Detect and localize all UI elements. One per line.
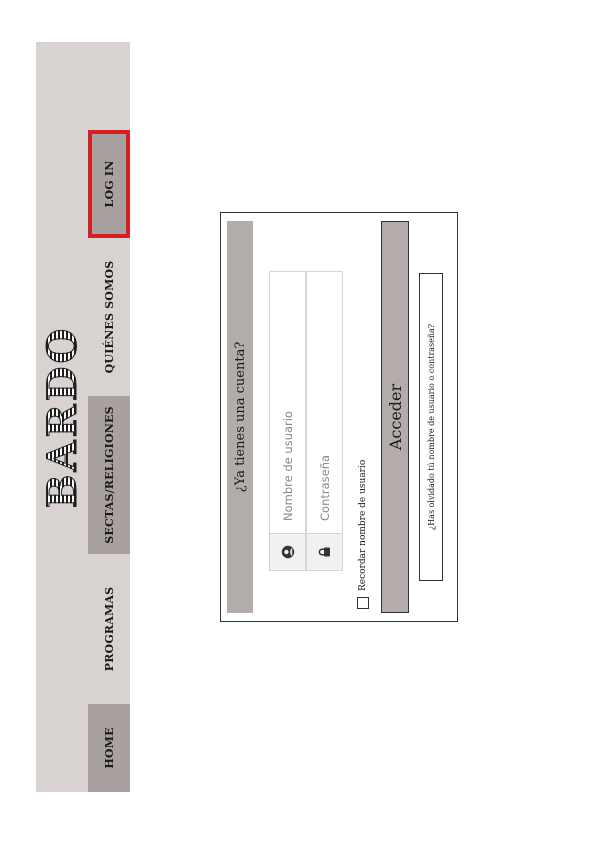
remember-checkbox[interactable] xyxy=(357,597,369,609)
username-field[interactable]: Nombre de usuario xyxy=(269,271,306,571)
nav-item-home[interactable]: HOME xyxy=(88,704,130,792)
nav-item-quienes-somos[interactable]: QUIÉNES SOMOS xyxy=(88,238,130,396)
nav-item-sectas-religiones[interactable]: SECTAS/RELIGIONES xyxy=(88,396,130,554)
page-stage: BARDO HOME PROGRAMAS SECTAS/RELIGIONES Q… xyxy=(0,42,595,792)
forgot-credentials-link[interactable]: ¿Has olvidado tú nombre de usuario o con… xyxy=(419,273,443,581)
site-logo[interactable]: BARDO xyxy=(36,42,88,792)
login-title: ¿Ya tienes una cuenta? xyxy=(227,221,253,613)
main-nav: HOME PROGRAMAS SECTAS/RELIGIONES QUIÉNES… xyxy=(88,42,130,792)
submit-button[interactable]: Acceder xyxy=(381,221,409,613)
lock-icon xyxy=(307,533,342,570)
user-icon xyxy=(270,533,305,570)
remember-label[interactable]: Recordar nombre de usuario xyxy=(358,460,368,591)
remember-row: Recordar nombre de usuario xyxy=(357,460,369,609)
nav-item-log-in[interactable]: LOG IN xyxy=(88,130,130,238)
password-field[interactable]: Contraseña xyxy=(306,271,343,571)
login-panel: ¿Ya tienes una cuenta? Nombre de usuario… xyxy=(220,212,458,622)
password-placeholder: Contraseña xyxy=(317,454,332,521)
nav-item-programas[interactable]: PROGRAMAS xyxy=(88,554,130,704)
username-placeholder: Nombre de usuario xyxy=(280,411,295,521)
